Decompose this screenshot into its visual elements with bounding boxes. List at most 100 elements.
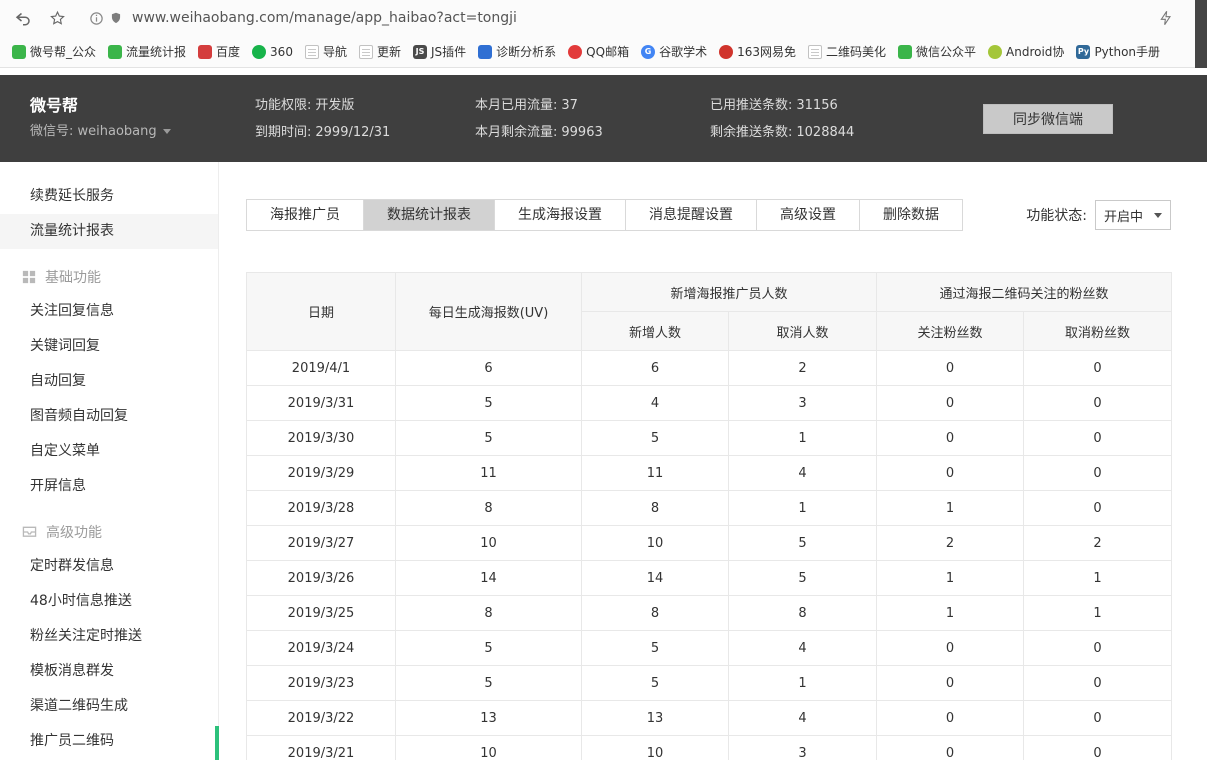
bookmark-item[interactable]: G 谷歌学术 (635, 40, 713, 64)
main-content: 海报推广员 数据统计报表 生成海报设置 消息提醒设置 高级设置 删除数据 功能状态: 开启… (219, 162, 1207, 760)
table-cell: 0 (1023, 455, 1173, 491)
wechat-favicon-icon (12, 44, 26, 59)
chrome-right-icons (1157, 9, 1175, 27)
table-cell: 0 (1023, 490, 1173, 526)
sync-wechat-button[interactable]: 同步微信端 (983, 103, 1113, 134)
js-favicon-icon: JS (412, 44, 427, 59)
bookmark-item[interactable]: 微信公众平 (892, 40, 982, 64)
table-cell: 8 (395, 595, 582, 631)
sidebar-item[interactable]: 定时群发信息 (0, 549, 218, 584)
app-title: 微号帮 (30, 95, 79, 115)
address-bar[interactable]: www.weihaobang.com/manage/app_haibao?act… (88, 4, 1139, 32)
bookmark-item[interactable]: JS JS插件 (407, 40, 472, 64)
tab[interactable]: 高级设置 (756, 199, 860, 231)
stat-label: 已用推送条数: (710, 97, 793, 113)
table-cell: 13 (581, 700, 729, 736)
column-header: 日期 (246, 272, 396, 351)
sidebar-item[interactable]: 48小时信息推送 (0, 584, 218, 619)
sidebar-item[interactable]: 关注回复信息 (0, 294, 218, 329)
header-left: 微号帮 微信号: weihaobang (0, 93, 255, 145)
status-wrap: 功能状态: 开启中 (1026, 200, 1171, 230)
bookmark-item[interactable]: 百度 (192, 40, 246, 64)
favorites-star-icon[interactable] (48, 9, 66, 27)
bookmark-item[interactable]: 更新 (353, 40, 407, 64)
table-cell: 2019/3/25 (246, 595, 396, 631)
table-cell: 1 (876, 490, 1025, 526)
sidebar-item[interactable]: 粉丝关注定时推送 (0, 619, 218, 654)
sidebar-scrollbar[interactable] (215, 726, 219, 760)
table-cell: 6 (395, 350, 582, 386)
android-favicon-icon (988, 44, 1003, 59)
sidebar-item[interactable]: 续费延长服务 (0, 179, 218, 214)
bookmark-label: Python手册 (1094, 45, 1161, 59)
column-header: 每日生成海报数(UV) (395, 272, 582, 351)
lightning-icon[interactable] (1157, 9, 1175, 27)
chevron-down-icon (162, 129, 171, 134)
bookmark-label: 360 (270, 44, 293, 59)
bookmark-item[interactable]: 360 (246, 40, 299, 64)
sidebar-item[interactable]: 关键词回复 (0, 329, 218, 364)
table-cell: 0 (876, 420, 1025, 456)
tab[interactable]: 数据统计报表 (363, 199, 495, 231)
table-row: 2019/3/28 8 8 1 1 0 (246, 490, 1173, 526)
table-cell: 0 (1023, 385, 1173, 421)
stat-column: 本月已用流量: 37 本月剩余流量: 99963 (475, 92, 710, 146)
table-cell: 1 (876, 595, 1025, 631)
table-cell: 11 (581, 455, 729, 491)
tab[interactable]: 生成海报设置 (494, 199, 626, 231)
sidebar-item[interactable]: 推广员二维码 (0, 724, 218, 759)
bookmark-item[interactable]: QQ邮箱 (562, 40, 635, 64)
sidebar-item[interactable]: 自定义菜单 (0, 434, 218, 469)
tab[interactable]: 消息提醒设置 (625, 199, 757, 231)
table-cell: 2019/3/26 (246, 560, 396, 596)
column-subheader: 关注粉丝数 (876, 311, 1025, 351)
bookmark-item[interactable]: 诊断分析系 (472, 40, 562, 64)
table-cell: 2019/3/22 (246, 700, 396, 736)
table-cell: 0 (876, 735, 1025, 760)
table-cell: 2019/3/23 (246, 665, 396, 701)
sidebar-section-label: 高级功能 (46, 524, 102, 541)
bookmark-item[interactable]: 导航 (299, 40, 353, 64)
bookmark-item[interactable]: 163网易免 (713, 40, 802, 64)
bookmark-item[interactable]: Android协 (982, 40, 1070, 64)
bookmark-item[interactable]: 微号帮_公众 (6, 40, 102, 64)
table-cell: 0 (876, 350, 1025, 386)
qq-favicon-icon (568, 44, 583, 59)
bookmark-item[interactable]: 流量统计报 (102, 40, 192, 64)
sidebar-item[interactable]: 图音频自动回复 (0, 399, 218, 434)
tab[interactable]: 删除数据 (859, 199, 963, 231)
sidebar-item[interactable]: 模板消息群发 (0, 654, 218, 689)
bookmark-item[interactable]: Py Python手册 (1070, 40, 1166, 64)
table-cell: 5 (581, 420, 729, 456)
table-cell: 5 (581, 665, 729, 701)
table-cell: 5 (727, 525, 878, 561)
stat-column: 已用推送条数: 31156 剩余推送条数: 1028844 (710, 92, 940, 146)
table-cell: 2019/3/30 (246, 420, 396, 456)
bookmark-item[interactable]: 二维码美化 (802, 40, 892, 64)
info-icon (88, 10, 104, 26)
sidebar-item[interactable]: 渠道二维码生成 (0, 689, 218, 724)
table-cell: 0 (1023, 420, 1173, 456)
browser-side-panel-toggle[interactable] (1195, 0, 1207, 68)
table-cell: 0 (1023, 700, 1173, 736)
table-cell: 2019/3/21 (246, 735, 396, 760)
table-cell: 6 (581, 350, 729, 386)
sidebar-item[interactable]: 自动回复 (0, 364, 218, 399)
account-dropdown[interactable]: 微信号: weihaobang (30, 119, 255, 145)
table-cell: 2 (1023, 525, 1173, 561)
wechat-favicon-icon (108, 44, 123, 59)
header-stat: 本月剩余流量: 99963 (475, 119, 710, 146)
table-cell: 0 (876, 665, 1025, 701)
tab[interactable]: 海报推广员 (246, 199, 364, 231)
table-cell: 3 (727, 385, 878, 421)
bookmark-label: 163网易免 (737, 45, 796, 59)
table-cell: 5 (581, 630, 729, 666)
table-row: 2019/3/21 10 10 3 0 0 (246, 735, 1173, 760)
stats-table: 日期 每日生成海报数(UV) 新增海报推广员人数 通过海报二维码关注的粉丝数 新增人数取… (246, 272, 1173, 760)
status-select[interactable]: 开启中 (1095, 200, 1171, 230)
sidebar-item[interactable]: 开屏信息 (0, 469, 218, 504)
sidebar-item[interactable]: 流量统计报表 (0, 214, 218, 249)
table-cell: 0 (876, 455, 1025, 491)
back-icon[interactable] (14, 9, 32, 27)
table-cell: 1 (727, 420, 878, 456)
